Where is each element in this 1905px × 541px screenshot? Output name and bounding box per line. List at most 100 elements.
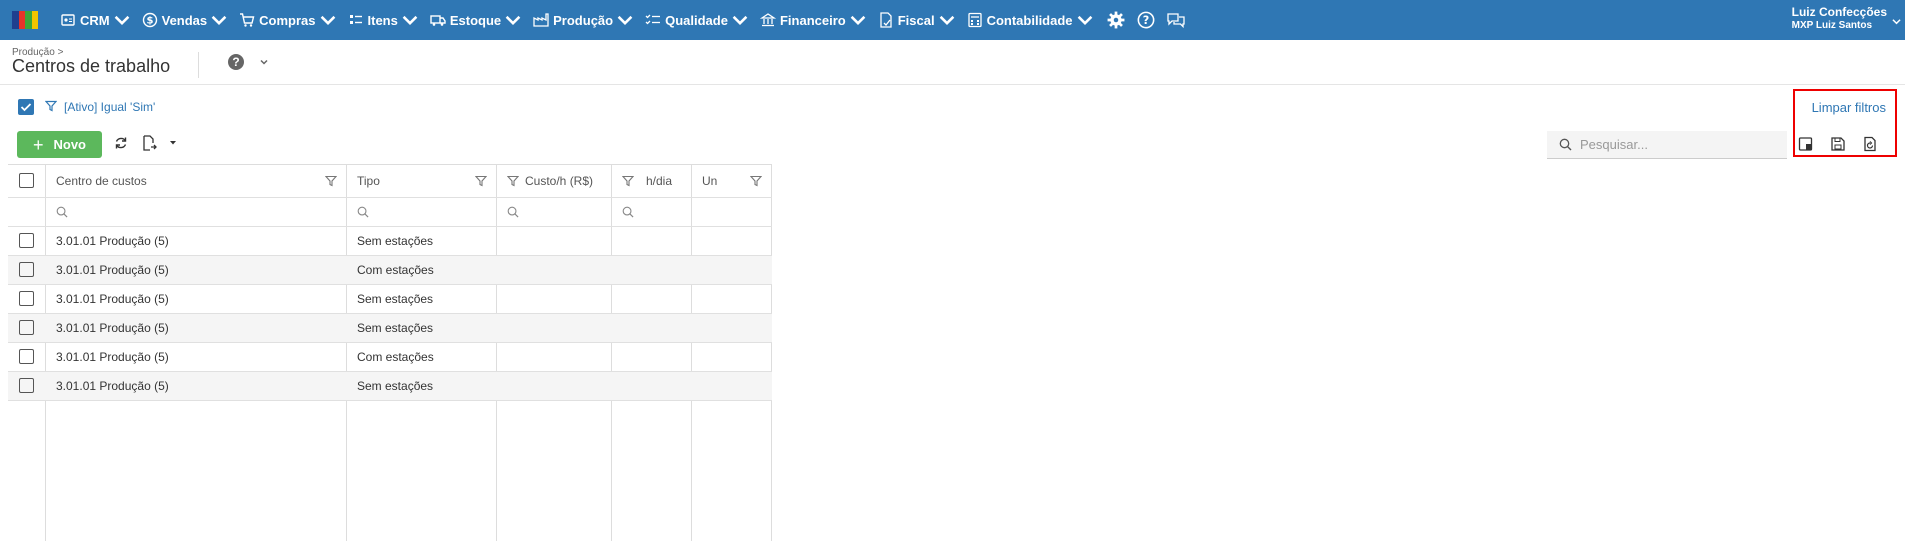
row-checkbox[interactable] (19, 233, 34, 249)
row-checkbox[interactable] (19, 320, 34, 336)
layout-view-icon[interactable] (1798, 136, 1814, 152)
row-checkbox[interactable] (19, 291, 34, 307)
filter-icon[interactable] (622, 175, 634, 187)
chevron-down-icon (402, 15, 418, 26)
menu-label: Fiscal (897, 12, 935, 28)
menu-vendas[interactable]: $ Vendas (142, 12, 228, 28)
menu-estoque[interactable]: Estoque (430, 12, 521, 28)
cell-un (692, 371, 772, 401)
menu-producao[interactable]: Produção (533, 12, 633, 28)
menu-financeiro[interactable]: Financeiro (759, 12, 866, 28)
table-row[interactable]: 3.01.01 Produção (5) Sem estações (8, 371, 772, 401)
search-icon (56, 206, 68, 218)
save-layout-icon[interactable] (1830, 136, 1846, 152)
cell-tipo: Sem estações (347, 371, 497, 401)
calculator-icon (967, 12, 982, 28)
filter-icon[interactable] (325, 175, 337, 187)
menu-fiscal[interactable]: Fiscal (878, 12, 955, 28)
table-row[interactable]: 3.01.01 Produção (5) Sem estações (8, 313, 772, 343)
top-navbar: CRM $ Vendas Compras Itens Estoque Produ… (0, 0, 1905, 40)
cell-custo (497, 226, 612, 256)
column-search-cell[interactable] (692, 197, 772, 227)
column-header-custo[interactable]: Custo/h (R$) (497, 165, 612, 198)
help-circle-icon[interactable]: ? (1137, 11, 1155, 29)
menu-itens[interactable]: Itens (348, 12, 418, 28)
cell-hdia (612, 371, 692, 401)
column-header-un[interactable]: Un (692, 165, 772, 198)
caret-down-icon[interactable] (169, 140, 177, 146)
cell-un (692, 226, 772, 256)
select-all-checkbox[interactable] (19, 173, 34, 189)
divider (198, 52, 199, 78)
column-header-centro[interactable]: Centro de custos (46, 165, 347, 198)
menu-contabilidade[interactable]: Contabilidade (967, 12, 1093, 28)
export-icon[interactable] (141, 135, 157, 151)
column-search-cell[interactable] (46, 197, 347, 227)
menu-label: Contabilidade (986, 12, 1073, 28)
column-header-hdia[interactable]: h/dia (612, 165, 692, 198)
cart-icon (240, 13, 255, 27)
cell-tipo: Com estações (347, 255, 497, 285)
cell-custo (497, 371, 612, 401)
menu-crm[interactable]: CRM (60, 12, 130, 28)
menu-qualidade[interactable]: Qualidade (645, 12, 748, 28)
refresh-icon[interactable] (114, 136, 128, 150)
cell-centro: 3.01.01 Produção (5) (46, 284, 347, 314)
cell-centro: 3.01.01 Produção (5) (46, 255, 347, 285)
help-icon[interactable]: ? (228, 54, 244, 70)
search-icon (507, 206, 519, 218)
cell-un (692, 342, 772, 372)
column-search-cell[interactable] (347, 197, 497, 227)
menu-label: Produção (553, 12, 614, 28)
cell-custo (497, 342, 612, 372)
menu-label: Vendas (161, 12, 208, 28)
user-name: Luiz Confecções (1791, 5, 1887, 19)
menu-compras[interactable]: Compras (239, 12, 335, 28)
user-menu[interactable]: Luiz Confecções MXP Luiz Santos (1791, 5, 1901, 32)
column-header-tipo[interactable]: Tipo (347, 165, 497, 198)
column-search-cell[interactable] (612, 197, 692, 227)
filter-active-checkbox[interactable] (18, 99, 34, 115)
table-row[interactable]: 3.01.01 Produção (5) Sem estações (8, 284, 772, 314)
chevron-down-icon[interactable] (259, 57, 269, 67)
row-checkbox[interactable] (19, 349, 34, 365)
search-box[interactable] (1547, 131, 1787, 159)
cell-custo (497, 313, 612, 343)
restore-layout-icon[interactable] (1862, 136, 1878, 152)
search-icon (1559, 138, 1572, 151)
chevron-down-icon (320, 15, 335, 26)
active-filter-label[interactable]: [Ativo] Igual 'Sim' (64, 100, 155, 114)
chevron-down-icon (211, 15, 227, 26)
table-row[interactable]: 3.01.01 Produção (5) Sem estações (8, 226, 772, 256)
row-checkbox[interactable] (19, 262, 34, 278)
cell-un (692, 284, 772, 314)
svg-text:?: ? (1142, 14, 1149, 27)
filter-icon[interactable] (507, 175, 519, 187)
search-input[interactable] (1580, 137, 1780, 152)
table-row[interactable]: 3.01.01 Produção (5) Com estações (8, 255, 772, 285)
menu-label: CRM (80, 12, 110, 28)
chat-icon[interactable] (1166, 11, 1185, 29)
truck-icon (430, 15, 446, 26)
chevron-down-icon (617, 15, 633, 26)
search-icon (357, 206, 369, 218)
factory-icon (533, 13, 549, 27)
chevron-down-icon (732, 15, 748, 26)
cell-custo (497, 284, 612, 314)
table-row[interactable]: 3.01.01 Produção (5) Com estações (8, 342, 772, 372)
cell-centro: 3.01.01 Produção (5) (46, 226, 347, 256)
checklist-icon (645, 14, 661, 25)
chevron-down-icon (850, 15, 866, 26)
row-checkbox[interactable] (19, 378, 34, 394)
cell-tipo: Sem estações (347, 226, 497, 256)
cell-un (692, 255, 772, 285)
gear-icon[interactable] (1107, 11, 1125, 29)
cell-centro: 3.01.01 Produção (5) (46, 342, 347, 372)
column-search-cell[interactable] (497, 197, 612, 227)
cell-custo (497, 255, 612, 285)
app-logo[interactable] (12, 11, 38, 29)
new-button[interactable]: + Novo (17, 131, 102, 158)
filter-icon[interactable] (750, 175, 762, 187)
filter-icon[interactable] (475, 175, 487, 187)
svg-text:$: $ (146, 16, 153, 27)
